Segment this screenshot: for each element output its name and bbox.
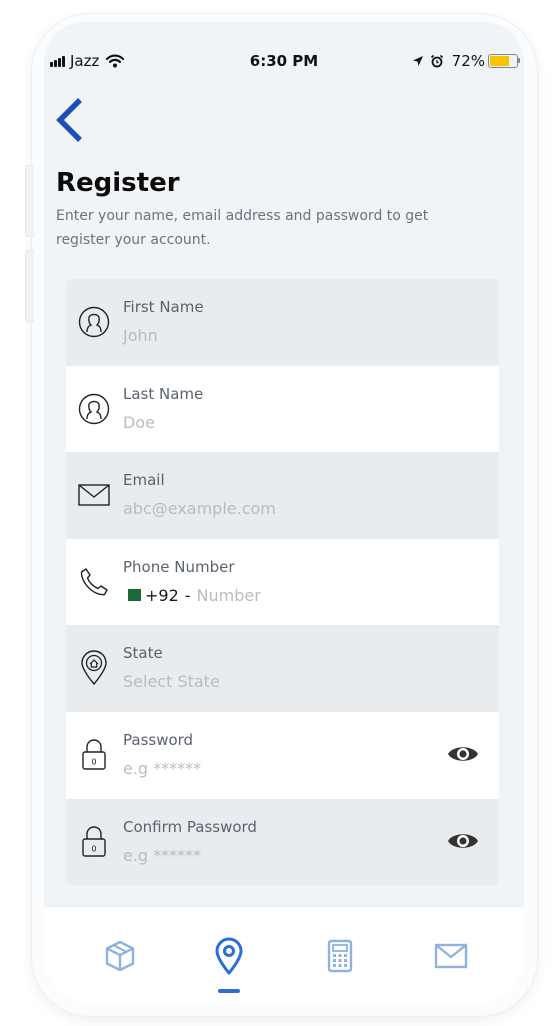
bottom-navigation xyxy=(44,906,524,1004)
password-label: Password xyxy=(123,730,194,749)
user-icon xyxy=(78,304,110,340)
email-input[interactable]: abc@example.com xyxy=(123,499,276,518)
status-bar: Jazz 6:30 PM 72% xyxy=(44,50,524,74)
app-screen: Jazz 6:30 PM 72% Register Enter your nam… xyxy=(44,22,524,1004)
last-name-input[interactable]: Doe xyxy=(123,413,155,432)
confirm-password-field[interactable]: 0 Confirm Password e.g ****** xyxy=(66,798,499,886)
mail-icon xyxy=(434,943,468,969)
phone-separator: - xyxy=(184,585,191,605)
nav-item-location[interactable] xyxy=(211,937,247,975)
state-select[interactable]: Select State xyxy=(123,672,220,691)
pakistan-flag-icon xyxy=(123,589,141,602)
chevron-left-icon xyxy=(56,98,82,142)
phone-side-button xyxy=(25,250,34,322)
email-label: Email xyxy=(123,471,165,490)
show-password-toggle[interactable] xyxy=(447,742,479,766)
box-icon xyxy=(105,940,135,972)
calculator-icon xyxy=(327,939,353,973)
active-tab-indicator xyxy=(218,989,240,993)
show-confirm-password-toggle[interactable] xyxy=(447,829,479,853)
eye-icon xyxy=(448,833,478,848)
first-name-input[interactable]: John xyxy=(123,326,158,345)
location-home-icon xyxy=(78,650,110,686)
lock-icon: 0 xyxy=(78,824,110,860)
nav-item-messages[interactable] xyxy=(433,937,469,975)
location-arrow-icon xyxy=(412,55,424,67)
nav-item-calculator[interactable] xyxy=(322,937,358,975)
last-name-label: Last Name xyxy=(123,384,204,403)
page-title: Register xyxy=(56,168,180,198)
page-subtitle: Enter your name, email address and passw… xyxy=(56,208,429,248)
first-name-field[interactable]: First Name John xyxy=(66,279,499,366)
register-form: First Name John Last Name Doe Email abc@… xyxy=(66,279,499,886)
password-input[interactable]: e.g ****** xyxy=(123,759,201,778)
last-name-field[interactable]: Last Name Doe xyxy=(66,365,499,453)
user-icon xyxy=(78,391,110,427)
lock-icon: 0 xyxy=(78,737,110,773)
phone-side-button xyxy=(25,165,34,237)
confirm-password-label: Confirm Password xyxy=(123,817,257,836)
status-right: 72% xyxy=(412,52,520,70)
eye-icon xyxy=(448,747,478,761)
first-name-label: First Name xyxy=(123,298,204,316)
country-code[interactable]: +92 xyxy=(145,586,179,605)
password-field[interactable]: 0 Password e.g ****** xyxy=(66,711,499,799)
alarm-icon xyxy=(430,54,444,68)
email-field[interactable]: Email abc@example.com xyxy=(66,452,499,539)
phone-input[interactable]: +92 - Number xyxy=(123,586,261,605)
nav-item-packages[interactable] xyxy=(102,937,138,975)
phone-label: Phone Number xyxy=(123,557,235,576)
svg-text:0: 0 xyxy=(91,757,96,766)
back-button[interactable] xyxy=(54,96,88,146)
phone-number-placeholder[interactable]: Number xyxy=(197,586,261,605)
battery-icon xyxy=(488,54,520,68)
state-label: State xyxy=(123,644,163,663)
battery-percent: 72% xyxy=(451,52,485,70)
location-pin-icon xyxy=(215,937,243,975)
state-field[interactable]: State Select State xyxy=(66,625,499,712)
svg-text:0: 0 xyxy=(91,844,96,853)
confirm-password-input[interactable]: e.g ****** xyxy=(123,846,201,865)
phone-field[interactable]: Phone Number +92 - Number xyxy=(66,538,499,626)
envelope-icon xyxy=(78,477,110,513)
phone-icon xyxy=(78,564,110,600)
